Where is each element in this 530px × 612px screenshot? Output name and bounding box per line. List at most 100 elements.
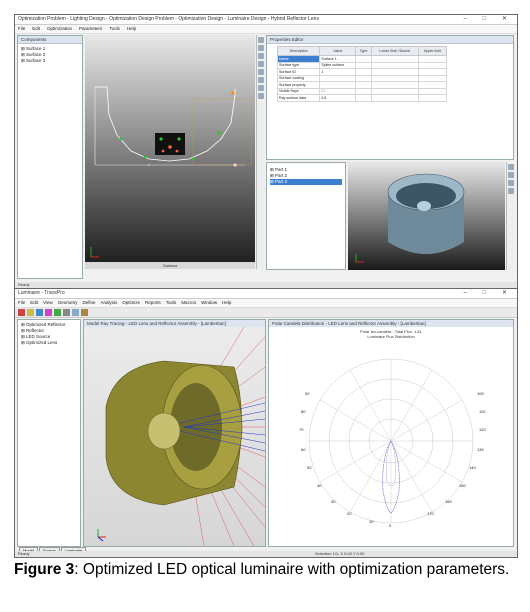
menu-help[interactable]: Help xyxy=(127,25,136,33)
status-left: Ready xyxy=(18,551,30,556)
polar-label-40: 40 xyxy=(317,483,322,488)
col-lower: Lower limit / Bound xyxy=(370,46,419,56)
polar-plot-panel: Polar Candela Distribution - LED Lens an… xyxy=(268,319,514,547)
menu-edit[interactable]: Edit xyxy=(30,299,38,307)
tree-item-part-3[interactable]: ⊞ Part 3 xyxy=(270,179,342,185)
tracepro-status-bar: Ready Selection 1/1: X 0.00 Y 0.00 xyxy=(15,551,517,557)
polar-label-90: 90 xyxy=(305,391,310,396)
col-type: Type xyxy=(355,46,372,56)
tool-fit-icon[interactable] xyxy=(258,85,264,91)
menu-macros[interactable]: Macros xyxy=(181,299,196,307)
menu-optimization[interactable]: Optimization xyxy=(47,25,72,33)
tree-item-optimized-lens[interactable]: ⊞ Optimized Lens xyxy=(21,340,77,346)
menu-geometry[interactable]: Geometry xyxy=(58,299,78,307)
tool-zoom2-icon[interactable] xyxy=(508,172,514,178)
polar-label-130: 130 xyxy=(477,447,484,452)
polar-label-30: 30 xyxy=(331,499,336,504)
components-tree-panel: Components ⊞ Surface 1 ⊞ Surface 2 ⊞ Sur… xyxy=(17,35,83,279)
polar-label-10: 10 xyxy=(369,519,374,524)
toolbar-new-icon[interactable] xyxy=(18,309,25,316)
tracepro-toolbar xyxy=(15,308,517,318)
menu-file[interactable]: File xyxy=(18,299,25,307)
properties-panel: Properties Editor Description Value Type… xyxy=(266,35,514,160)
menu-optimize[interactable]: Optimize xyxy=(122,299,140,307)
polar-label-0: 0 xyxy=(389,523,392,528)
raytrace-render xyxy=(97,326,266,547)
window-controls[interactable]: – □ ✕ xyxy=(464,15,514,24)
menu-tools[interactable]: Tools xyxy=(166,299,177,307)
polar-label-140: 140 xyxy=(469,465,476,470)
viewport-footer-label: Contour xyxy=(85,262,255,269)
window-controls[interactable]: – □ ✕ xyxy=(464,289,514,298)
toolbar-select-icon[interactable] xyxy=(72,309,79,316)
menu-window[interactable]: Window xyxy=(201,299,217,307)
col-description: Description xyxy=(276,46,321,56)
optimizer-title-bar: Optimization Problem - Lighting Design -… xyxy=(15,15,517,25)
tool-pan-icon[interactable] xyxy=(258,77,264,83)
model-tree-panel: ⊞ Optimized Reflector ⊞ Reflector ⊞ LED … xyxy=(17,319,81,547)
polar-subtitle-2: Luminaire Flux Distribution xyxy=(367,334,415,339)
tracepro-menu-bar: File Edit View Geometry Define Analysis … xyxy=(15,299,517,308)
table-row[interactable]: Ray surface data 0.5 xyxy=(276,94,448,102)
polar-label-110: 110 xyxy=(479,409,486,414)
toolbar-save-icon[interactable] xyxy=(36,309,43,316)
toolbar-polar-icon[interactable] xyxy=(81,309,88,316)
polar-label-120: 120 xyxy=(479,427,486,432)
tool-pan2-icon[interactable] xyxy=(508,180,514,186)
toolbar-zoom-icon[interactable] xyxy=(54,309,61,316)
status-right: Selection 1/1: X 0.00 Y 0.00 xyxy=(315,551,365,556)
figure-caption-text: : Optimized LED optical luminaire with o… xyxy=(74,561,510,578)
polar-label-70: 70 xyxy=(299,427,304,432)
menu-file[interactable]: File xyxy=(18,25,25,33)
polar-label-160: 160 xyxy=(445,499,452,504)
tool-zoom-icon[interactable] xyxy=(258,69,264,75)
profile-toolbar xyxy=(256,35,265,269)
menu-view[interactable]: View xyxy=(43,299,53,307)
tracepro-title-bar: Luminaire - TracePro – □ ✕ xyxy=(15,289,517,299)
optimizer-menu-bar: File Edit Optimization Parameters Tools … xyxy=(15,25,517,34)
menu-reports[interactable]: Reports xyxy=(145,299,161,307)
tool-add-point-icon[interactable] xyxy=(258,53,264,59)
polar-label-100: 100 xyxy=(477,391,484,396)
components-tree-title: Components xyxy=(18,36,82,44)
tracepro-window: Luminaire - TracePro – □ ✕ File Edit Vie… xyxy=(14,288,518,558)
tree-item-surface-3[interactable]: ⊞ Surface 3 xyxy=(21,58,79,64)
toolbar-open-icon[interactable] xyxy=(27,309,34,316)
raytrace-viewport[interactable] xyxy=(84,326,266,547)
toolbar-raytrace-icon[interactable] xyxy=(45,309,52,316)
col-value: Value xyxy=(319,46,357,56)
solid-viewport[interactable] xyxy=(348,162,505,270)
polar-label-80: 80 xyxy=(301,409,306,414)
tool-grid-icon[interactable] xyxy=(258,93,264,99)
menu-tools[interactable]: Tools xyxy=(109,25,120,33)
raytrace-view-panel: Model Ray Tracing - LED Lens and Reflect… xyxy=(83,319,266,547)
toolbar-rotate-icon[interactable] xyxy=(63,309,70,316)
menu-analysis[interactable]: Analysis xyxy=(101,299,118,307)
polar-label-170: 170 xyxy=(427,511,434,516)
optimizer-window: Optimization Problem - Lighting Design -… xyxy=(14,14,518,289)
polar-label-50: 50 xyxy=(307,465,312,470)
tool-rotate-icon[interactable] xyxy=(508,164,514,170)
figure-caption: Figure 3: Optimized LED optical luminair… xyxy=(14,560,514,580)
tool-shade-icon[interactable] xyxy=(508,188,514,194)
tool-delete-point-icon[interactable] xyxy=(258,61,264,67)
parts-tree-panel: ⊞ Part 1 ⊞ Part 2 ⊞ Part 3 xyxy=(266,162,346,270)
polar-label-150: 150 xyxy=(459,483,466,488)
polar-label-20: 20 xyxy=(347,511,352,516)
menu-define[interactable]: Define xyxy=(82,299,95,307)
reflector-profile-drawing xyxy=(90,86,252,258)
tracepro-title: Luminaire - TracePro xyxy=(18,290,65,296)
menu-parameters[interactable]: Parameters xyxy=(79,25,102,33)
tool-select-icon[interactable] xyxy=(258,37,264,43)
polar-label-60: 60 xyxy=(301,447,306,452)
polar-candela-plot xyxy=(308,358,474,524)
menu-edit[interactable]: Edit xyxy=(32,25,40,33)
col-upper: Upper limit xyxy=(417,46,448,56)
cup-3d-render xyxy=(355,173,465,263)
menu-help[interactable]: Help xyxy=(222,299,231,307)
figure-caption-label: Figure 3 xyxy=(14,561,75,578)
profile-viewport[interactable]: Contour xyxy=(85,35,255,269)
tool-move-icon[interactable] xyxy=(258,45,264,51)
properties-table: Description Value Type Lower limit / Bou… xyxy=(276,46,448,102)
optimizer-title: Optimization Problem - Lighting Design -… xyxy=(18,16,319,22)
